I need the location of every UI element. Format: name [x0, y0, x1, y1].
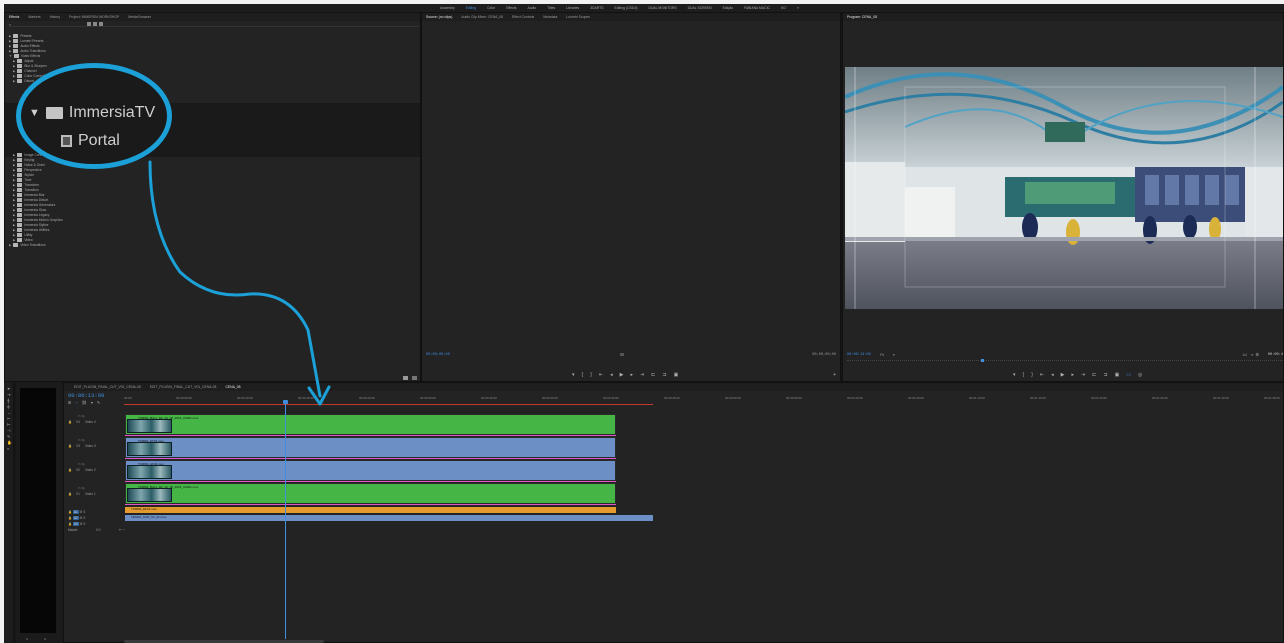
- annotation-arrow: [148, 160, 331, 406]
- arrow-curve: [148, 160, 322, 398]
